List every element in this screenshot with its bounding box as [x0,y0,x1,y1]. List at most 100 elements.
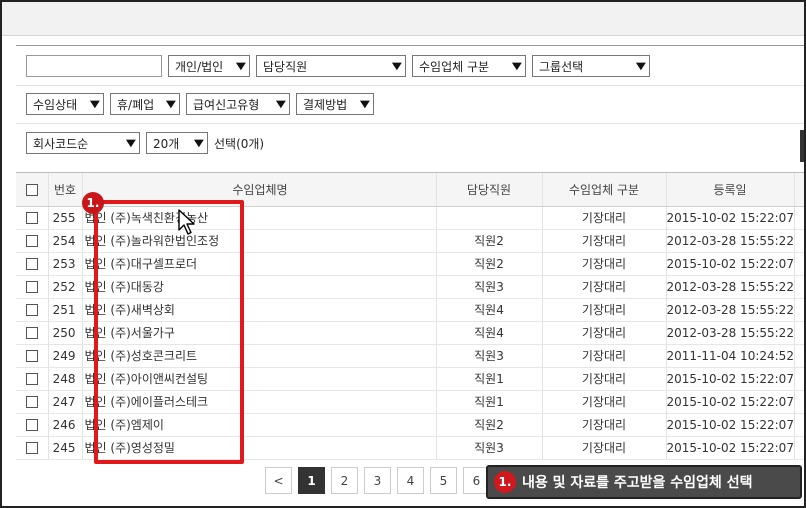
divider [16,123,804,124]
row-client-type: 기장대리 [542,206,667,230]
row-number: 255 [48,206,83,230]
sort-label: 회사코드순 [33,136,89,151]
row-checkbox[interactable] [25,373,38,385]
row-client-type: 기장대리 [542,229,667,253]
row-number: 246 [48,413,83,437]
row-staff: 직원2 [436,229,543,253]
row-checkbox-cell [16,275,49,299]
divider [16,85,804,86]
row-number: 249 [48,344,83,368]
select-all-cell [16,173,49,207]
col-header-type[interactable]: 수임업체 구분 [542,173,667,207]
row-checkbox-cell [16,413,49,437]
row-number: 250 [48,321,83,345]
col-header-staff[interactable]: 담당직원 [436,173,543,207]
entity-type-select[interactable]: 개인/법인 ▼ [168,55,250,77]
chevron-down-icon: ▼ [194,137,205,149]
group-select[interactable]: 그룹선택 ▼ [532,55,650,77]
row-checkbox[interactable] [25,212,38,224]
row-client-type: 기장대리 [542,321,667,345]
staff-label: 담당직원 [263,59,308,74]
row-client-type: 기장대리 [542,390,667,414]
client-type-label: 수임업체 구분 [419,59,490,74]
entity-type-label: 개인/법인 [175,59,224,74]
row-checkbox-cell [16,298,49,322]
select-all-checkbox[interactable] [25,183,38,196]
chevron-down-icon: ▼ [360,98,371,110]
report-type-label: 급여신고유형 [193,97,260,112]
row-extra [794,206,804,230]
row-checkbox[interactable] [25,419,38,431]
row-checkbox[interactable] [25,258,38,270]
page-button[interactable]: 2 [331,467,358,494]
row-date: 2015-10-02 15:22:07 [666,252,795,276]
chevron-down-icon: ▼ [512,60,523,72]
page-button[interactable]: 4 [397,467,424,494]
row-checkbox-cell [16,390,49,414]
group-label: 그룹선택 [539,59,584,74]
status-select[interactable]: 수임상태 ▼ [26,93,104,115]
row-checkbox[interactable] [25,396,38,408]
row-date: 2015-10-02 15:22:07 [666,367,795,391]
selection-count: 선택(0개) [214,136,265,151]
row-extra [794,367,804,391]
search-input[interactable] [26,55,162,77]
report-type-select[interactable]: 급여신고유형 ▼ [186,93,290,115]
page-button[interactable]: 3 [364,467,391,494]
chevron-down-icon: ▼ [392,60,403,72]
row-client-type: 기장대리 [542,298,667,322]
filter-row-1: 개인/법인 ▼ 담당직원 ▼ 수임업체 구분 ▼ 그룹선택 ▼ [26,55,650,77]
row-date: 2015-10-02 15:22:07 [666,436,795,460]
top-bar [2,2,804,36]
app-window: 개인/법인 ▼ 담당직원 ▼ 수임업체 구분 ▼ 그룹선택 ▼ 수임상태 ▼ 휴… [0,0,806,508]
col-header-date[interactable]: 등록일 [666,173,795,207]
step-badge: 1. [494,471,516,493]
row-extra [794,390,804,414]
row-checkbox[interactable] [25,350,38,362]
row-extra [794,252,804,276]
page-button[interactable]: 5 [430,467,457,494]
row-staff: 직원3 [436,344,543,368]
callout-text: 내용 및 자료를 주고받을 수임업체 선택 [522,475,753,491]
chevron-down-icon: ▼ [236,60,247,72]
row-checkbox[interactable] [25,442,38,454]
row-date: 2012-03-28 15:55:22 [666,275,795,299]
col-header-no[interactable]: 번호 [48,173,83,207]
row-number: 247 [48,390,83,414]
row-checkbox[interactable] [25,281,38,293]
pagination: < 1 2 3 4 5 6 [265,467,490,494]
page-size-select[interactable]: 20개 ▼ [146,132,208,154]
row-number: 248 [48,367,83,391]
row-checkbox[interactable] [25,327,38,339]
client-type-select[interactable]: 수임업체 구분 ▼ [412,55,526,77]
chevron-down-icon: ▼ [636,60,647,72]
row-client-type: 기장대리 [542,344,667,368]
page-button[interactable]: 1 [298,467,325,494]
sort-row: 회사코드순 ▼ 20개 ▼ 선택(0개) [26,132,264,154]
row-checkbox-cell [16,344,49,368]
row-staff: 직원3 [436,275,543,299]
sort-select[interactable]: 회사코드순 ▼ [26,132,140,154]
row-number: 253 [48,252,83,276]
row-staff: 직원2 [436,252,543,276]
row-extra [794,321,804,345]
payment-select[interactable]: 결제방법 ▼ [296,93,374,115]
row-staff: 직원2 [436,413,543,437]
closure-select[interactable]: 휴/폐업 ▼ [110,93,180,115]
row-checkbox-cell [16,367,49,391]
payment-label: 결제방법 [303,97,348,112]
row-checkbox[interactable] [25,304,38,316]
staff-select[interactable]: 담당직원 ▼ [256,55,406,77]
row-checkbox[interactable] [25,235,38,247]
row-staff: 직원4 [436,298,543,322]
row-client-type: 기장대리 [542,436,667,460]
row-extra [794,436,804,460]
row-number: 252 [48,275,83,299]
scrollbar-thumb[interactable] [800,130,804,162]
col-header-extra [794,173,804,207]
divider [16,45,804,46]
row-extra [794,298,804,322]
row-staff: 직원4 [436,321,543,345]
row-client-type: 기장대리 [542,275,667,299]
prev-page-button[interactable]: < [265,467,292,494]
